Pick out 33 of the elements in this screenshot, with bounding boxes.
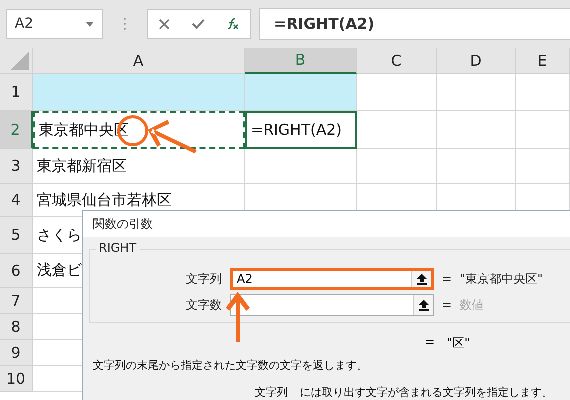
argument-help: には取り出す文字が含まれる文字列を指定します。 <box>300 385 553 400</box>
row-header[interactable]: 7 <box>0 288 33 314</box>
argument-label: 文字数 <box>186 296 222 314</box>
argument-label: 文字列 <box>186 270 222 288</box>
row-header[interactable]: 4 <box>0 184 33 217</box>
function-description: 文字列の末尾から指定された文字数の文字を返します。 <box>92 358 369 373</box>
column-header[interactable]: B <box>245 48 357 74</box>
name-box[interactable]: A2 <box>6 9 103 39</box>
equals-sign: = <box>425 335 436 351</box>
dialog-title: 関数の引数 <box>83 211 570 237</box>
argument-name: 文字列 <box>255 385 288 400</box>
argument-result: 数値 <box>460 296 485 314</box>
formula-result: "区" <box>447 335 470 352</box>
row-header[interactable]: 1 <box>0 74 33 111</box>
column-header[interactable]: E <box>516 48 570 74</box>
argument-field[interactable]: A2 <box>230 268 434 290</box>
column-header[interactable]: D <box>437 48 516 74</box>
column-header[interactable]: A <box>33 48 245 74</box>
row-header[interactable]: 10 <box>0 366 33 392</box>
table-cell: 東京都新宿区 <box>33 149 245 184</box>
function-name: RIGHT <box>96 241 140 255</box>
equals-sign: = <box>442 298 452 312</box>
row-header[interactable]: 3 <box>0 149 33 184</box>
row-header[interactable]: 6 <box>0 254 33 288</box>
row-header[interactable]: 8 <box>0 314 33 340</box>
argument-result: "東京都中央区" <box>460 270 544 288</box>
formula-field[interactable]: =RIGHT(A2) <box>259 8 570 40</box>
column-header[interactable]: C <box>357 48 437 74</box>
row-header[interactable]: 5 <box>0 217 33 254</box>
row-header[interactable]: 2 <box>0 111 33 149</box>
row-header[interactable]: 9 <box>0 340 33 366</box>
table-cell: =RIGHT(A2) <box>245 111 357 149</box>
equals-sign: = <box>442 272 452 286</box>
